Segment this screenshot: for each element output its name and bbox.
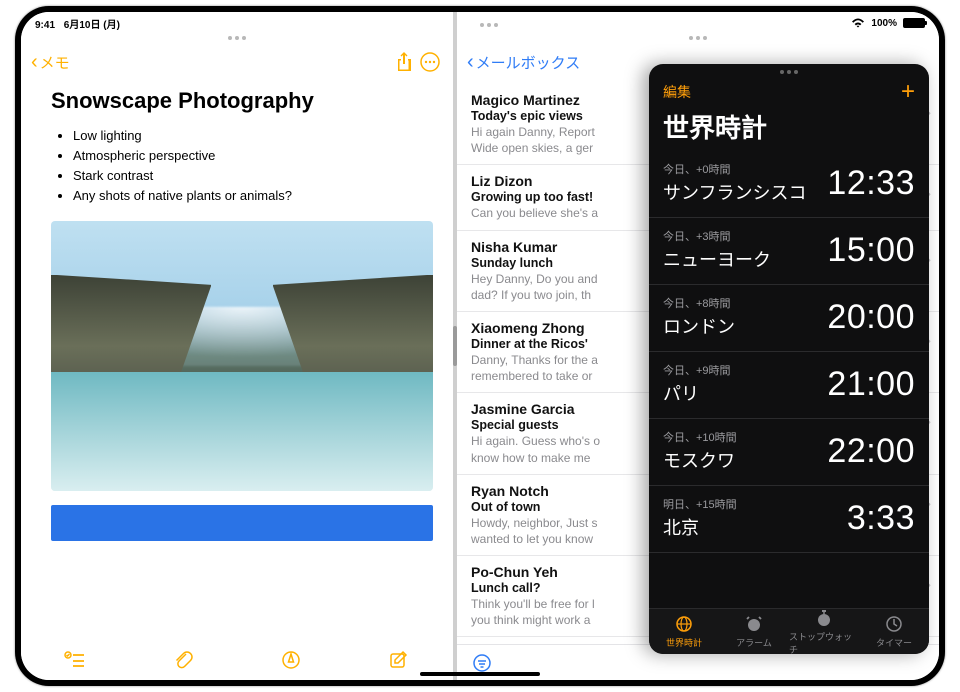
clock-row[interactable]: 今日、+10時間 モスクワ 22:00 (649, 419, 929, 486)
clock-city: ニューヨーク (663, 246, 771, 272)
clock-tab-label: 世界時計 (666, 636, 702, 649)
home-indicator[interactable] (420, 672, 540, 676)
clock-tab-label: タイマー (876, 636, 912, 649)
alarm-icon (744, 614, 764, 634)
clock-row[interactable]: 今日、+8時間 ロンドン 20:00 (649, 285, 929, 352)
clock-tab-label: アラーム (736, 636, 772, 649)
clock-tab-alarm[interactable]: アラーム (719, 609, 789, 654)
status-time: 9:41 (35, 20, 55, 31)
clock-add-button[interactable]: + (901, 78, 915, 106)
notes-back-label[interactable]: メモ (40, 52, 70, 73)
clock-row[interactable]: 明日、+15時間 北京 3:33 (649, 486, 929, 553)
clock-city: モスクワ (663, 447, 737, 473)
multitask-dots-icon[interactable] (480, 19, 498, 27)
clock-time: 21:00 (827, 365, 915, 404)
mail-back-label[interactable]: メールボックス (476, 52, 581, 73)
note-content[interactable]: Snowscape Photography Low lightingAtmosp… (21, 84, 453, 640)
clock-row[interactable]: 今日、+3時間 ニューヨーク 15:00 (649, 218, 929, 285)
status-bar: 9:41 6月10日 (月) 100% (21, 12, 939, 34)
checklist-icon[interactable] (62, 647, 88, 673)
more-icon[interactable] (417, 49, 443, 75)
clock-row[interactable]: 今日、+0時間 サンフランシスコ 12:33 (649, 151, 929, 218)
note-title: Snowscape Photography (51, 88, 433, 114)
clock-meta: 今日、+3時間 (663, 228, 771, 244)
stopwatch-icon (814, 608, 834, 628)
clock-tab-timer[interactable]: タイマー (859, 609, 929, 654)
note-bullet: Atmospheric perspective (73, 146, 433, 166)
clock-city: パリ (663, 380, 731, 406)
clock-city: サンフランシスコ (663, 179, 806, 205)
note-bullet: Any shots of native plants or animals? (73, 186, 433, 206)
clock-meta: 明日、+15時間 (663, 496, 737, 512)
clock-meta: 今日、+10時間 (663, 429, 737, 445)
notes-app-pane: ‹ メモ Snowscape Photography Low lightingA… (21, 12, 453, 680)
clock-time: 3:33 (847, 499, 915, 538)
note-image[interactable] (51, 221, 433, 491)
timer-icon (884, 614, 904, 634)
clock-city: ロンドン (663, 313, 735, 339)
clock-tab-label: ストップウォッチ (789, 630, 859, 655)
note-bullet: Stark contrast (73, 166, 433, 186)
clock-meta: 今日、+0時間 (663, 161, 806, 177)
clock-tab-stopwatch[interactable]: ストップウォッチ (789, 609, 859, 654)
clock-time: 12:33 (827, 164, 915, 203)
clock-row[interactable]: 今日、+9時間 パリ 21:00 (649, 352, 929, 419)
wifi-icon (851, 18, 865, 28)
note-blue-block[interactable] (51, 505, 433, 541)
markup-icon[interactable] (278, 647, 304, 673)
clock-tab-world[interactable]: 世界時計 (649, 609, 719, 654)
clock-edit-button[interactable]: 編集 (663, 82, 691, 102)
note-bullet: Low lighting (73, 126, 433, 146)
clock-time: 20:00 (827, 298, 915, 337)
share-icon[interactable] (391, 49, 417, 75)
back-chevron-icon[interactable]: ‹ (31, 51, 38, 74)
attachment-icon[interactable] (170, 647, 196, 673)
battery-icon (903, 18, 925, 28)
status-date: 6月10日 (月) (64, 20, 120, 31)
clock-app-slideover: 編集 + 世界時計 今日、+0時間 サンフランシスコ 12:33今日、+3時間 … (649, 64, 929, 654)
battery-percent: 100% (871, 18, 897, 29)
clock-time: 22:00 (827, 432, 915, 471)
clock-meta: 今日、+9時間 (663, 362, 731, 378)
clock-title: 世界時計 (649, 106, 929, 151)
clock-meta: 今日、+8時間 (663, 295, 735, 311)
mail-back-chevron-icon[interactable]: ‹ (467, 51, 474, 74)
compose-icon[interactable] (386, 647, 412, 673)
world-icon (674, 614, 694, 634)
clock-time: 15:00 (827, 231, 915, 270)
clock-city: 北京 (663, 514, 737, 540)
